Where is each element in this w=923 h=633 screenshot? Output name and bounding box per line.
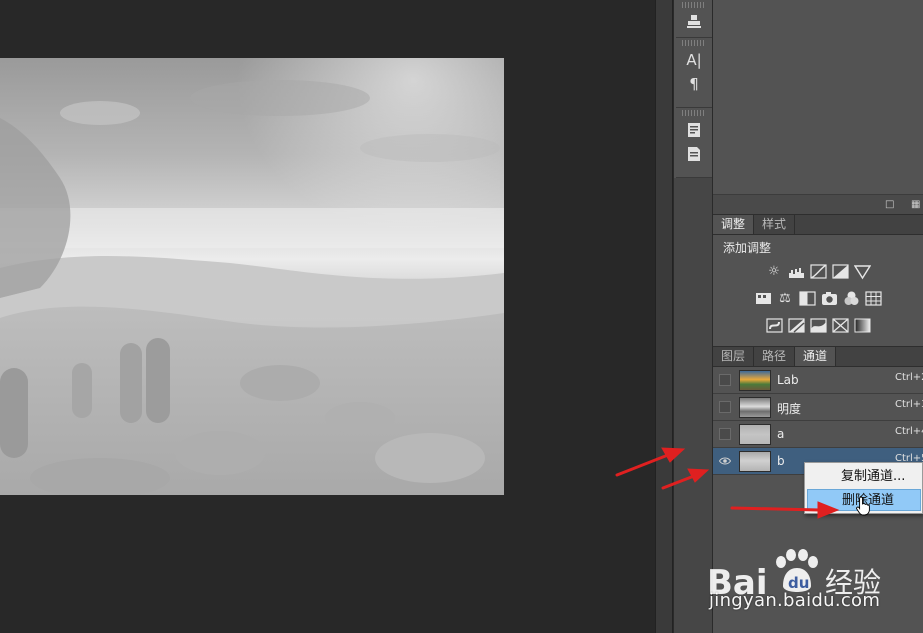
exposure-icon[interactable] [831, 263, 849, 280]
channel-row-lightness[interactable]: 明度 Ctrl+3 [713, 394, 923, 421]
levels-icon[interactable] [788, 263, 805, 280]
channel-name: Lab [777, 373, 799, 387]
menu-item-duplicate-channel[interactable]: 复制通道... [807, 466, 921, 488]
tool-group-3 [676, 108, 712, 178]
panel-grip[interactable] [682, 110, 706, 116]
document-canvas-area[interactable] [0, 0, 655, 633]
posterize-icon[interactable] [787, 317, 805, 334]
adjustments-row-1: ☼ [713, 263, 923, 280]
adjustments-title: 添加调整 [723, 241, 772, 255]
selective-color-icon[interactable] [831, 317, 849, 334]
channel-shortcut: Ctrl+2 [895, 372, 923, 383]
channel-row-a[interactable]: a Ctrl+4 [713, 421, 923, 448]
hue-saturation-icon[interactable] [755, 290, 772, 307]
stamp-tool-icon[interactable] [676, 10, 712, 34]
adjustments-panel: 调整 样式 添加调整 ☼ ⚖ [713, 214, 923, 344]
color-lookup-icon[interactable] [864, 290, 882, 307]
adjustments-tab-bar: 调整 样式 [713, 215, 923, 235]
properties-icon[interactable] [676, 142, 712, 166]
visibility-toggle[interactable] [719, 374, 731, 386]
character-icon[interactable]: A| [676, 48, 712, 72]
visibility-toggle[interactable] [719, 428, 731, 440]
invert-icon[interactable] [765, 317, 783, 334]
vertical-scrollbar[interactable] [655, 0, 673, 633]
tool-group-2: A| ¶ [676, 38, 712, 108]
eye-icon[interactable] [718, 455, 732, 467]
document-image[interactable] [0, 58, 504, 495]
tab-paths[interactable]: 路径 [754, 347, 796, 366]
photo-filter-icon[interactable] [821, 290, 838, 307]
tool-group-1 [676, 0, 712, 38]
channel-shortcut: Ctrl+3 [895, 399, 923, 410]
notes-icon[interactable] [676, 118, 712, 142]
channel-name: 明度 [777, 402, 802, 416]
threshold-icon[interactable] [809, 317, 827, 334]
vibrance-icon[interactable] [853, 263, 871, 280]
upper-panel-footer: □ ▦ [713, 194, 923, 214]
channel-thumbnail [739, 424, 771, 445]
channels-tab-bar: 图层 路径 通道 [713, 347, 923, 367]
channel-name: a [777, 427, 785, 441]
visibility-toggle[interactable] [719, 401, 731, 413]
channel-name: b [777, 454, 785, 468]
paragraph-icon[interactable]: ¶ [676, 72, 712, 96]
gradient-map-icon[interactable] [854, 317, 871, 334]
channel-row-lab[interactable]: Lab Ctrl+2 [713, 367, 923, 394]
adjustments-row-2: ⚖ [713, 290, 923, 307]
grayscale-landscape-image [0, 58, 504, 495]
curves-icon[interactable] [809, 263, 827, 280]
panel-grip[interactable] [682, 2, 706, 8]
color-balance-icon[interactable]: ⚖ [777, 290, 794, 307]
paw-icon: du [776, 549, 818, 592]
new-item-icon[interactable]: □ [885, 199, 896, 210]
channel-mixer-icon[interactable] [843, 290, 860, 307]
tab-styles[interactable]: 样式 [754, 215, 796, 234]
trash-icon[interactable]: ▦ [911, 199, 922, 210]
upper-panel-body [713, 0, 923, 194]
tab-adjustments[interactable]: 调整 [713, 215, 755, 234]
channel-shortcut: Ctrl+4 [895, 426, 923, 437]
black-white-icon[interactable] [798, 290, 816, 307]
channel-thumbnail [739, 397, 771, 418]
tab-channels[interactable]: 通道 [795, 347, 837, 366]
pointer-cursor-icon [856, 496, 870, 516]
channel-thumbnail [739, 370, 771, 391]
panel-grip[interactable] [682, 40, 706, 46]
watermark-site-url: jingyan.baidu.com [709, 590, 881, 611]
tab-layers[interactable]: 图层 [713, 347, 755, 366]
brightness-icon[interactable]: ☼ [766, 263, 783, 280]
adjustments-row-3 [713, 317, 923, 334]
channel-thumbnail [739, 451, 771, 472]
